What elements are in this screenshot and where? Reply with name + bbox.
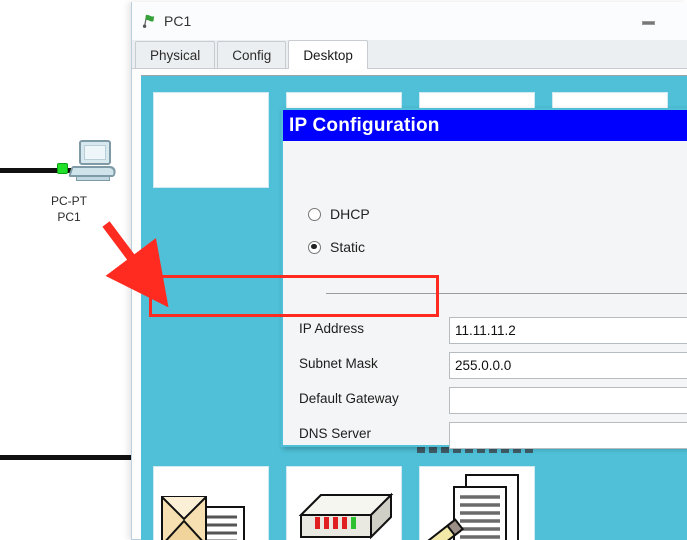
dns-server-input[interactable] (449, 422, 687, 449)
text-editor-icon (423, 474, 519, 540)
desktop-tile-1[interactable] (153, 92, 269, 188)
screenshot-root: PC-PT PC1 PC1 Physical Config Desktop IP… (0, 0, 687, 540)
tab-bar: Physical Config Desktop (132, 40, 687, 69)
minimize-button[interactable] (637, 14, 659, 32)
field-row-dns-server: DNS Server (299, 422, 687, 449)
radio-static-indicator (308, 240, 321, 254)
ip-address-input[interactable]: 11.11.11.2 (449, 317, 687, 344)
firewall-device-icon (298, 492, 394, 540)
radio-dhcp-indicator (308, 207, 321, 221)
radio-dhcp-label: DHCP (330, 206, 370, 222)
dns-server-label: DNS Server (299, 426, 372, 441)
desktop-panel: http Web Browser Cisco IP Communicator (141, 75, 687, 540)
window-titlebar: PC1 (132, 2, 687, 40)
tab-physical[interactable]: Physical (135, 41, 216, 68)
email-icon (161, 496, 245, 540)
tab-desktop[interactable]: Desktop (288, 40, 368, 69)
subnet-mask-input[interactable]: 255.0.0.0 (449, 352, 687, 379)
ip-address-label: IP Address (299, 321, 365, 336)
desktop-item-text-editor[interactable] (419, 466, 535, 540)
ip-configuration-dialog: IP Configuration X DHCP Static IP Addres (281, 108, 687, 449)
pc-screen-shape (84, 145, 106, 160)
tab-config[interactable]: Config (217, 41, 287, 68)
field-row-ip-address: IP Address 11.11.11.2 (299, 317, 687, 344)
pc1-window: PC1 Physical Config Desktop ht (131, 2, 687, 540)
radio-static-label: Static (330, 239, 366, 255)
desktop-item-firewall[interactable] (286, 466, 402, 540)
network-cable-bottom (0, 455, 131, 460)
subnet-mask-label: Subnet Mask (299, 356, 378, 371)
packet-tracer-device-icon (141, 13, 157, 29)
field-row-default-gateway: Default Gateway (299, 387, 687, 414)
default-gateway-input[interactable] (449, 387, 687, 414)
radio-static[interactable]: Static (308, 239, 365, 255)
dialog-title: IP Configuration (289, 114, 440, 136)
dialog-body: DHCP Static IP Address 11.11.11.2 Subnet… (283, 141, 687, 449)
pc-foot-shape (76, 176, 110, 181)
default-gateway-label: Default Gateway (299, 391, 399, 406)
radio-dhcp[interactable]: DHCP (308, 206, 370, 222)
dialog-titlebar: IP Configuration X (283, 110, 687, 141)
desktop-item-email[interactable] (153, 466, 269, 540)
pc-monitor-shape (79, 140, 111, 165)
device-type-label: PC-PT (51, 194, 87, 208)
section-divider (326, 293, 687, 294)
window-title: PC1 (164, 13, 192, 29)
pc-pt-device-icon[interactable] (66, 140, 122, 186)
field-row-subnet-mask: Subnet Mask 255.0.0.0 (299, 352, 687, 379)
annotation-arrow-icon (102, 221, 169, 308)
